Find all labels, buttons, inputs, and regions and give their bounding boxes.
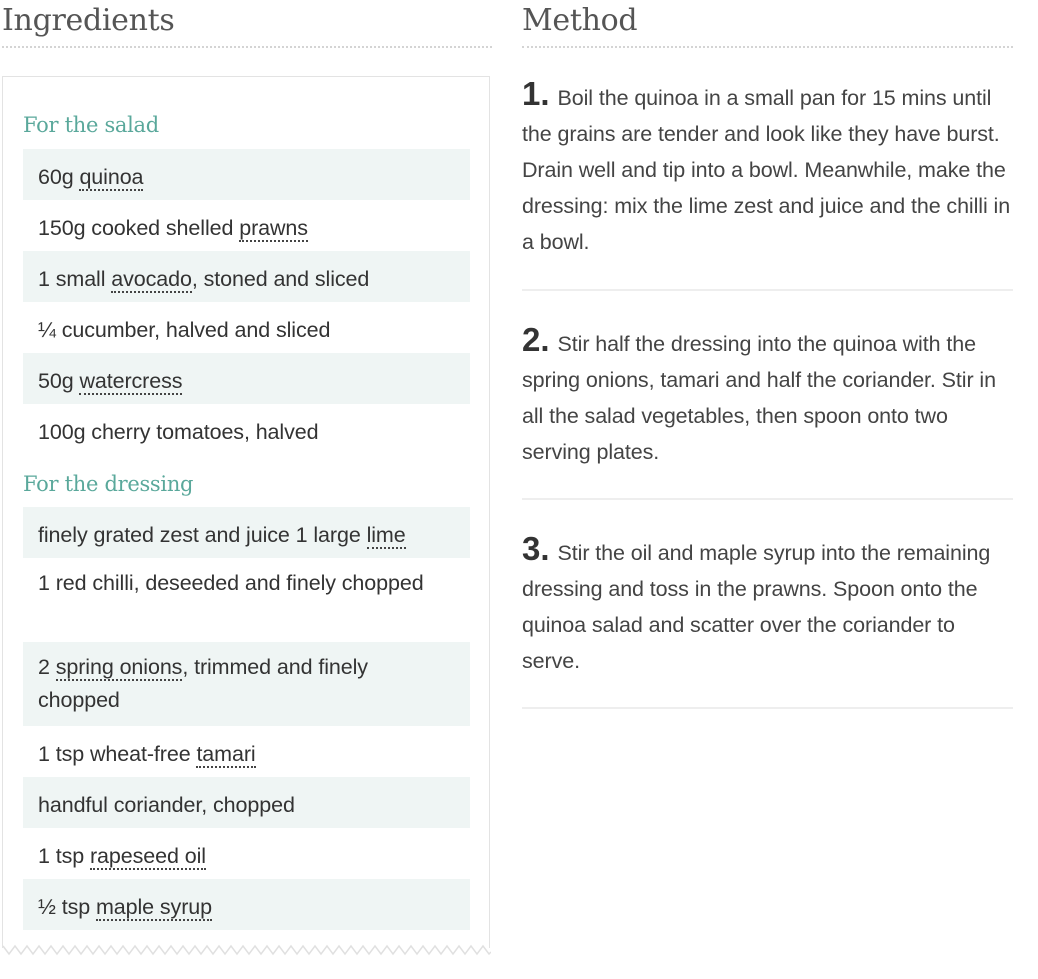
ingredient-link[interactable]: tamari — [196, 742, 256, 768]
ingredients-heading: Ingredients — [2, 0, 492, 48]
ingredient-item: 1 tsp wheat-free tamari — [38, 742, 256, 768]
method-step: 1. Boil the quinoa in a small pan for 15 … — [522, 76, 1013, 291]
method-heading: Method — [522, 0, 1013, 48]
ingredients-card: For the salad 60g quinoa 150g cooked she… — [2, 76, 491, 956]
ingredient-item: 50g watercress — [23, 353, 470, 404]
ingredient-item: ½ tsp maple syrup — [23, 879, 470, 930]
ingredient-item: 150g cooked shelled prawns — [38, 216, 308, 242]
method-section: Method 1. Boil the quinoa in a small pan … — [522, 0, 1013, 709]
ingredient-item: 1 red chilli, deseeded and finely choppe… — [38, 571, 424, 595]
ingredient-item: finely grated zest and juice 1 large lim… — [23, 507, 470, 558]
method-step: 2. Stir half the dressing into the quinoa… — [522, 322, 1013, 500]
step-text: Stir the oil and maple syrup into the re… — [522, 541, 991, 673]
step-number: 1. — [522, 75, 550, 112]
ingredient-item: ¼ cucumber, halved and sliced — [38, 318, 331, 342]
dressing-ingredient-list: finely grated zest and juice 1 large lim… — [23, 507, 470, 930]
salad-group-title: For the salad — [23, 113, 159, 137]
step-number: 2. — [522, 321, 550, 358]
ingredient-link[interactable]: prawns — [239, 216, 308, 242]
ingredient-item: 60g quinoa — [23, 149, 470, 200]
ingredient-link[interactable]: rapeseed oil — [90, 844, 206, 870]
ingredient-item: handful coriander, chopped — [23, 777, 470, 828]
salad-ingredient-list: 60g quinoa 150g cooked shelled prawns 1 … — [23, 149, 470, 455]
ingredient-link[interactable]: spring onions — [55, 655, 182, 681]
step-text: Boil the quinoa in a small pan for 15 mi… — [522, 86, 1011, 254]
step-text: Stir half the dressing into the quinoa w… — [522, 332, 996, 464]
ingredient-link[interactable]: maple syrup — [95, 895, 212, 921]
ingredient-link[interactable]: avocado — [111, 267, 192, 293]
ingredient-item: 2 spring onions, trimmed and finely chop… — [23, 642, 470, 726]
ingredient-item: 1 small avocado, stoned and sliced — [23, 251, 470, 302]
ingredient-link[interactable]: watercress — [79, 369, 183, 395]
ingredient-item: 1 tsp rapeseed oil — [38, 844, 206, 870]
step-number: 3. — [522, 530, 550, 567]
method-step: 3. Stir the oil and maple syrup into the … — [522, 531, 1013, 709]
ingredient-link[interactable]: lime — [366, 523, 406, 549]
ingredients-section: Ingredients — [2, 0, 492, 48]
torn-edge-decoration — [3, 944, 491, 956]
ingredient-item: 100g cherry tomatoes, halved — [38, 420, 319, 444]
dressing-group-title: For the dressing — [23, 472, 194, 496]
ingredient-link[interactable]: quinoa — [79, 165, 144, 191]
